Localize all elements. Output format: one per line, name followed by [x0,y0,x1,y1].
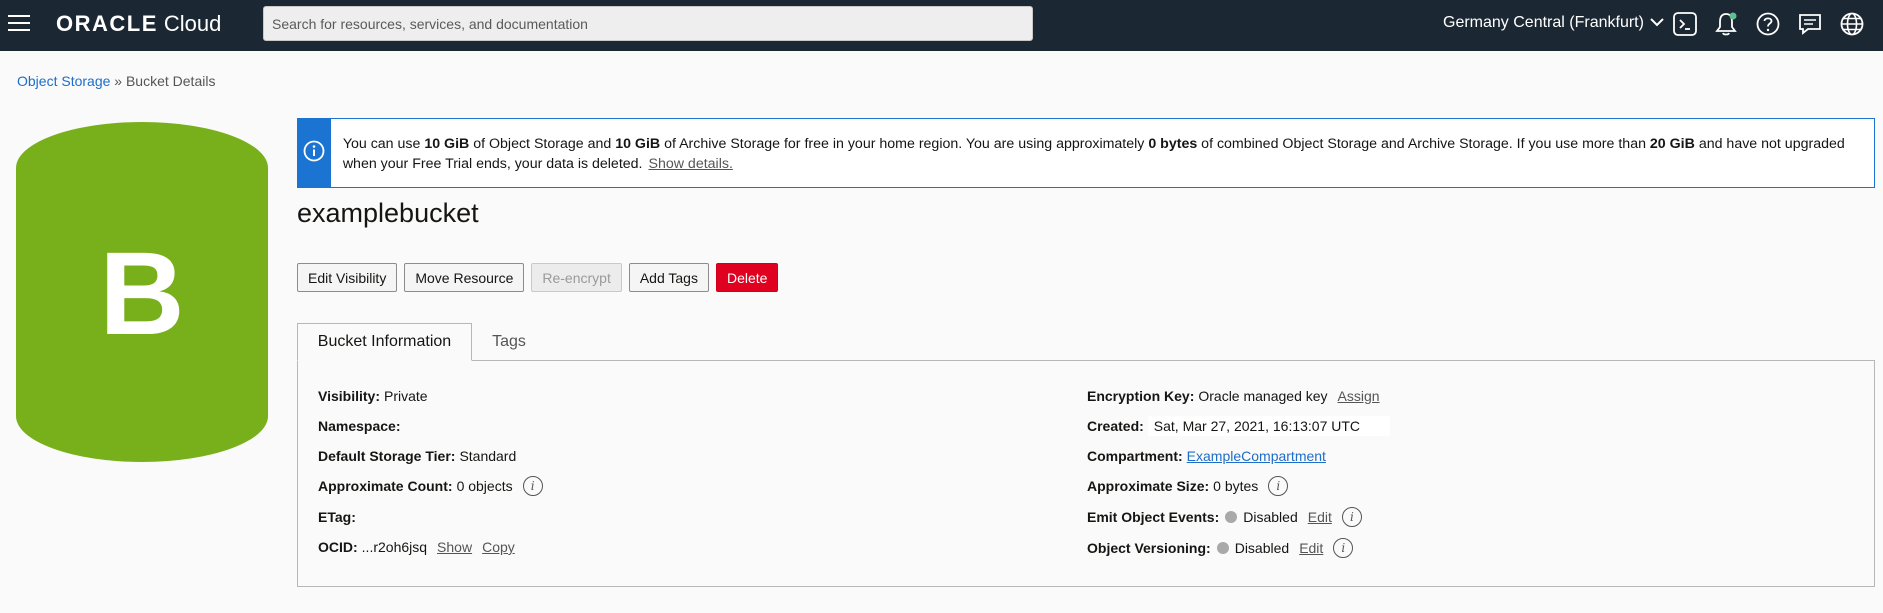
show-details-link[interactable]: Show details. [649,156,733,172]
emit-object-events-info-icon[interactable]: i [1341,507,1362,527]
breadcrumb: Object Storage » Bucket Details [17,73,215,89]
emit-object-events-row: Emit Object Events: Disabled Edit i [1087,507,1362,527]
banner-text-part: You can use [342,136,425,152]
banner-bold-usage: 0 bytes [1148,136,1198,152]
approximate-size-value: 0 bytes [1213,478,1259,494]
emit-object-events-edit-link[interactable]: Edit [1308,509,1332,525]
bucket-information-panel: Visibility: Private Namespace: Default S… [297,360,1875,587]
move-resource-button[interactable]: Move Resource [404,263,525,292]
language-icon[interactable] [1839,11,1865,37]
encryption-key-row: Encryption Key: Oracle managed key Assig… [1087,386,1380,406]
banner-bold-total-limit: 20 GiB [1649,136,1695,152]
approximate-count-value: 0 objects [456,478,513,494]
breadcrumb-object-storage[interactable]: Object Storage [17,73,110,89]
free-tier-info-banner: You can use 10 GiB of Object Storage and… [297,118,1875,188]
object-versioning-label: Object Versioning: [1087,540,1211,556]
namespace-label: Namespace: [318,418,401,434]
ocid-label: OCID: [318,539,358,555]
emit-object-events-value: Disabled [1243,509,1298,525]
visibility-value: Private [383,388,428,404]
object-versioning-info-icon[interactable]: i [1333,538,1354,558]
feedback-icon[interactable] [1797,11,1823,37]
breadcrumb-current: Bucket Details [125,73,216,89]
banner-text-part: of Archive Storage for free in your home… [660,136,1149,152]
ocid-value: ...r2oh6jsq [361,539,428,555]
brand-cloud: Cloud [163,11,222,36]
created-value: Sat, Mar 27, 2021, 16:13:07 UTC [1147,416,1391,436]
approximate-count-info-icon[interactable]: i [522,476,543,496]
encryption-assign-link[interactable]: Assign [1338,388,1380,404]
ocid-copy-link[interactable]: Copy [482,539,515,555]
tab-tags[interactable]: Tags [472,323,546,361]
banner-text-part: of combined Object Storage and Archive S… [1197,136,1650,152]
chevron-down-icon [1650,14,1664,32]
approximate-size-info-icon[interactable]: i [1268,476,1289,496]
info-strip [298,119,331,187]
encryption-key-label: Encryption Key: [1087,388,1195,404]
encryption-key-value: Oracle managed key [1198,388,1328,404]
search-input[interactable] [263,6,1033,41]
approximate-count-label: Approximate Count: [318,478,453,494]
top-navigation-bar: ORACLE Cloud Germany Central (Frankfurt) [0,0,1883,51]
page-title: examplebucket [297,198,479,228]
object-versioning-value: Disabled [1234,540,1290,556]
tab-bucket-information[interactable]: Bucket Information [297,323,472,361]
status-dot-icon [1225,511,1238,523]
hamburger-menu-icon[interactable] [8,12,30,34]
visibility-row: Visibility: Private [318,386,428,406]
breadcrumb-separator: » [114,73,123,89]
storage-tier-row: Default Storage Tier: Standard [318,446,516,466]
storage-tier-value: Standard [459,448,517,464]
delete-button[interactable]: Delete [715,263,779,292]
object-versioning-edit-link[interactable]: Edit [1299,540,1323,556]
ocid-row: OCID: ...r2oh6jsq Show Copy [318,537,515,557]
action-button-row: Edit Visibility Move Resource Re-encrypt… [297,263,779,292]
visibility-label: Visibility: [318,388,380,404]
info-circle-icon [303,140,325,167]
created-label: Created: [1087,418,1144,434]
region-selector[interactable]: Germany Central (Frankfurt) [1443,14,1664,32]
etag-label: ETag: [318,509,356,525]
compartment-row: Compartment: ExampleCompartment [1087,446,1326,466]
banner-text: You can use 10 GiB of Object Storage and… [331,119,1874,187]
status-dot-icon [1216,542,1229,554]
compartment-label: Compartment: [1087,448,1183,464]
etag-row: ETag: [318,507,360,527]
ocid-show-link[interactable]: Show [437,539,472,555]
approximate-count-row: Approximate Count: 0 objects i [318,476,543,496]
approximate-size-row: Approximate Size: 0 bytes i [1087,476,1289,496]
namespace-row: Namespace: [318,416,405,436]
object-versioning-row: Object Versioning: Disabled Edit i [1087,538,1354,558]
banner-text-part: of Object Storage and [469,136,616,152]
help-icon[interactable] [1755,11,1781,37]
bucket-letter: B [99,228,184,360]
storage-tier-label: Default Storage Tier: [318,448,456,464]
add-tags-button[interactable]: Add Tags [628,263,709,292]
brand-oracle: ORACLE [56,11,158,36]
region-label: Germany Central (Frankfurt) [1443,14,1644,31]
approximate-size-label: Approximate Size: [1087,478,1210,494]
created-row: Created: Sat, Mar 27, 2021, 16:13:07 UTC [1087,416,1391,436]
emit-object-events-label: Emit Object Events: [1087,509,1220,525]
edit-visibility-button[interactable]: Edit Visibility [297,263,398,292]
banner-bold-object-limit: 10 GiB [424,136,470,152]
compartment-link[interactable]: ExampleCompartment [1187,448,1326,464]
cloud-shell-icon[interactable] [1672,11,1698,37]
banner-bold-archive-limit: 10 GiB [615,136,661,152]
re-encrypt-button[interactable]: Re-encrypt [531,263,622,292]
notifications-icon[interactable] [1713,11,1739,37]
bucket-icon: B [16,122,268,462]
oracle-cloud-logo[interactable]: ORACLE Cloud [56,11,221,37]
